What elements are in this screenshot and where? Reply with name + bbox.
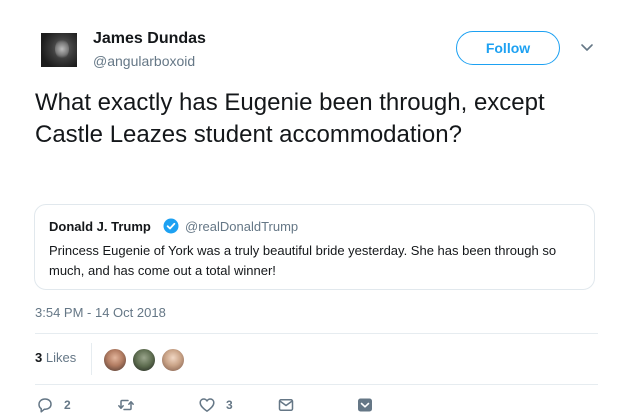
likes-label: Likes [45, 350, 77, 365]
quoted-tweet[interactable]: Donald J. Trump @realDonaldTrump Princes… [34, 204, 595, 290]
retweet-icon [118, 399, 134, 411]
quoted-tweet-text: Princess Eugenie of York was a truly bea… [49, 243, 557, 278]
likes-stat[interactable]: 3 Likes [35, 350, 76, 365]
divider [35, 333, 598, 334]
liker-avatar[interactable] [161, 348, 185, 372]
likes-count: 3 [35, 350, 43, 365]
like-button[interactable]: 3 [198, 396, 233, 414]
quoted-author-name: Donald J. Trump [49, 219, 151, 234]
direct-message-button[interactable] [277, 396, 295, 414]
tweet-text: What exactly has Eugenie been through, e… [35, 89, 545, 148]
dropdown-menu-icon [358, 398, 372, 412]
chevron-down-icon[interactable] [580, 43, 594, 53]
verified-badge-icon [163, 218, 179, 234]
quoted-author-handle: @realDonaldTrump [185, 219, 299, 234]
liker-avatar[interactable] [103, 348, 127, 372]
follow-button[interactable]: Follow [456, 31, 560, 65]
envelope-icon [278, 399, 294, 412]
reply-icon [38, 398, 52, 413]
more-options-button[interactable] [356, 396, 374, 414]
liker-avatar[interactable] [132, 348, 156, 372]
author-handle[interactable]: @angularboxoid [93, 53, 195, 69]
heart-icon [199, 398, 215, 412]
retweet-button[interactable] [117, 396, 145, 414]
divider [35, 384, 598, 385]
tweet-timestamp[interactable]: 3:54 PM - 14 Oct 2018 [35, 305, 166, 320]
reply-button[interactable]: 2 [36, 396, 71, 414]
author-avatar[interactable] [41, 33, 77, 67]
author-name[interactable]: James Dundas [93, 30, 206, 48]
like-count: 3 [226, 398, 233, 412]
tweet-card: James Dundas @angularboxoid Follow What … [0, 0, 633, 418]
reply-count: 2 [64, 398, 71, 412]
divider [91, 343, 92, 375]
